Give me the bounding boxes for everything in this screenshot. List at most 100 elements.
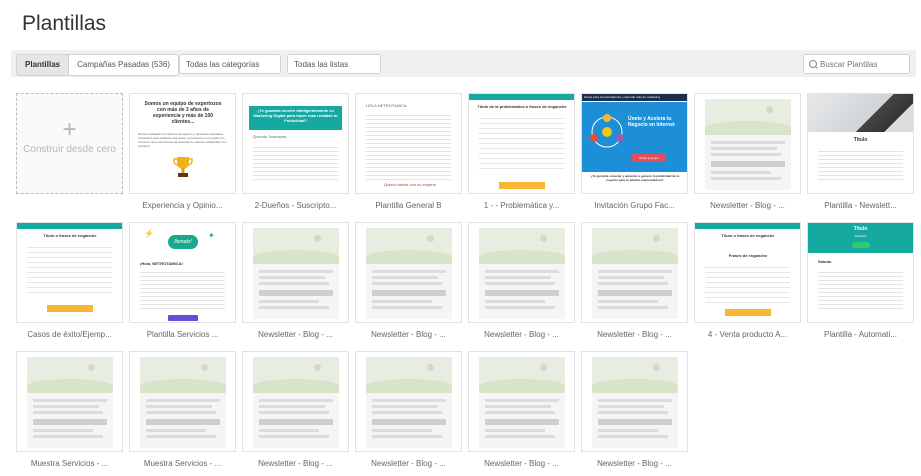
search-icon <box>809 60 817 68</box>
image-placeholder <box>592 228 678 264</box>
template-card[interactable]: llamalo! ⚡ ✦ ¡Hola, NETROTAMICA! Plantil… <box>129 222 236 339</box>
preview-join-label: Únete al grupo <box>639 156 659 160</box>
template-thumbnail[interactable]: llamalo! ⚡ ✦ ¡Hola, NETROTAMICA! <box>129 222 236 323</box>
image-placeholder <box>705 99 791 135</box>
template-card[interactable]: Grupo para emprendedores y aprende más d… <box>581 93 688 210</box>
template-thumbnail[interactable] <box>581 351 688 452</box>
preview-title: Título <box>853 137 868 143</box>
preview-greeting: Querido Suscriptor, <box>253 134 288 139</box>
template-thumbnail[interactable]: Título Subtítulo Saludo <box>807 222 914 323</box>
template-thumbnail[interactable] <box>355 351 462 452</box>
template-thumbnail[interactable]: Título de la problemática o frases de en… <box>468 93 575 194</box>
template-card[interactable]: Somos un equipo de expertozos con más de… <box>129 93 236 210</box>
preview-placeholder <box>140 357 226 448</box>
preview-button <box>168 315 198 321</box>
template-card[interactable]: Newsletter - Blog - ... <box>242 222 349 339</box>
preview-cta: Quiero hablar con un experto <box>384 182 436 187</box>
template-caption: Plantilla - Newslett... <box>824 201 897 210</box>
filter-toolbar: Plantillas Campañas Pasadas (536) Todas … <box>11 50 916 77</box>
template-card[interactable]: Título o frases de enganche Casos de éxi… <box>16 222 123 339</box>
preview-placeholder <box>366 228 452 319</box>
template-thumbnail[interactable]: Somos un equipo de expertozos con más de… <box>129 93 236 194</box>
preview-text-lines <box>705 263 790 303</box>
template-card[interactable]: Título Plantilla - Newslett... <box>807 93 914 210</box>
preview-placeholder <box>592 228 678 319</box>
template-caption: Plantilla Servicios ... <box>146 330 219 339</box>
template-card[interactable]: Título de la problemática o frases de en… <box>468 93 575 210</box>
template-card[interactable]: Muestra Servicios - ... <box>129 351 236 468</box>
template-thumbnail[interactable]: Grupo para emprendedores y aprende más d… <box>581 93 688 194</box>
template-card[interactable]: Newsletter - Blog - ... <box>468 351 575 468</box>
template-thumbnail[interactable] <box>468 351 575 452</box>
template-thumbnail[interactable]: ¿Te gustaría invertir inteligentemente e… <box>242 93 349 194</box>
image-placeholder <box>366 228 452 264</box>
template-card[interactable]: Newsletter - Blog - ... <box>242 351 349 468</box>
template-card[interactable]: Newsletter - Blog - ... <box>468 222 575 339</box>
preview-subheading: Frases de enganche <box>728 253 768 258</box>
template-thumbnail[interactable] <box>242 351 349 452</box>
tab-campanas-pasadas[interactable]: Campañas Pasadas (536) <box>69 55 178 75</box>
template-caption: 1 - - Problemática y... <box>483 201 560 210</box>
template-thumbnail[interactable]: Título o frases de enganche Frases de en… <box>694 222 801 323</box>
template-card[interactable]: Muestra Servicios - ... <box>16 351 123 468</box>
search-input[interactable] <box>820 57 906 71</box>
preview-photo <box>808 94 913 132</box>
preview-title: Únete y Acelera tu Negocio en Internet <box>628 116 675 128</box>
template-card[interactable]: Newsletter - Blog - ... <box>355 351 462 468</box>
build-from-scratch-card[interactable]: + Construir desde cero <box>16 93 123 194</box>
people-network-icon <box>588 110 626 154</box>
template-caption: 2-Dueños - Suscripto... <box>254 201 337 210</box>
preview-title: Título <box>853 226 868 232</box>
build-from-scratch-thumbnail[interactable]: + Construir desde cero <box>16 93 123 194</box>
template-caption: Invitación Grupo Fac... <box>594 201 675 210</box>
search-box <box>803 54 910 74</box>
preview-banner-text: Grupo para emprendedores y aprende más d… <box>584 95 660 99</box>
template-card[interactable]: HOLA NETROTAMICA Quiero hablar con un ex… <box>355 93 462 210</box>
template-thumbnail[interactable] <box>16 351 123 452</box>
template-thumbnail[interactable]: Título <box>807 93 914 194</box>
template-card[interactable]: Newsletter - Blog - ... <box>581 222 688 339</box>
preview-text-lines <box>27 243 112 297</box>
template-thumbnail[interactable]: HOLA NETROTAMICA Quiero hablar con un ex… <box>355 93 462 194</box>
preview-body: Hemos trabajado con dueños de negocio y … <box>138 132 227 148</box>
template-caption: Experiencia y Opinio... <box>142 201 223 210</box>
image-placeholder <box>366 357 452 393</box>
template-thumbnail[interactable] <box>694 93 801 194</box>
preview-placeholder <box>366 357 452 448</box>
tab-plantillas[interactable]: Plantillas <box>17 55 70 75</box>
image-placeholder <box>253 357 339 393</box>
template-thumbnail[interactable]: Título o frases de enganche <box>16 222 123 323</box>
template-card[interactable]: ¿Te gustaría invertir inteligentemente e… <box>242 93 349 210</box>
template-caption: Newsletter - Blog - ... <box>258 330 333 339</box>
template-card[interactable]: Newsletter - Blog - ... <box>355 222 462 339</box>
template-thumbnail[interactable] <box>468 222 575 323</box>
preview-placeholder <box>27 357 113 448</box>
template-thumbnail[interactable] <box>355 222 462 323</box>
image-placeholder <box>479 228 565 264</box>
template-card[interactable]: Newsletter - Blog - ... <box>694 93 801 210</box>
template-thumbnail[interactable] <box>242 222 349 323</box>
lists-dropdown[interactable]: Todas las listas <box>287 54 381 74</box>
template-card[interactable]: Título o frases de enganche Frases de en… <box>694 222 801 339</box>
image-placeholder <box>592 357 678 393</box>
preview-greeting: Saludo <box>818 259 832 264</box>
preview-heading: Somos un equipo de expertozos con más de… <box>144 101 222 125</box>
categories-dropdown[interactable]: Todas las categorías <box>179 54 281 74</box>
template-thumbnail[interactable] <box>581 222 688 323</box>
preview-subtitle: Subtítulo <box>854 234 867 238</box>
sparkle-icon: ✦ <box>208 231 215 240</box>
preview-heading: Título o frases de enganche <box>43 233 97 238</box>
preview-greeting: ¡Hola, NETROTAMICA! <box>140 261 183 266</box>
template-card[interactable]: Título Subtítulo Saludo Plantilla - Auto… <box>807 222 914 339</box>
template-caption: Newsletter - Blog - ... <box>597 330 672 339</box>
template-thumbnail[interactable] <box>129 351 236 452</box>
template-grid: + Construir desde cero Somos un equipo d… <box>16 93 916 473</box>
preview-text-lines <box>818 148 903 180</box>
preview-text-lines <box>140 269 225 309</box>
template-caption: Newsletter - Blog - ... <box>258 459 333 468</box>
template-card[interactable]: Newsletter - Blog - ... <box>581 351 688 468</box>
preview-text-lines <box>818 269 903 309</box>
preview-placeholder <box>253 357 339 448</box>
template-caption: Newsletter - Blog - ... <box>371 330 446 339</box>
preview-placeholder <box>479 228 565 319</box>
